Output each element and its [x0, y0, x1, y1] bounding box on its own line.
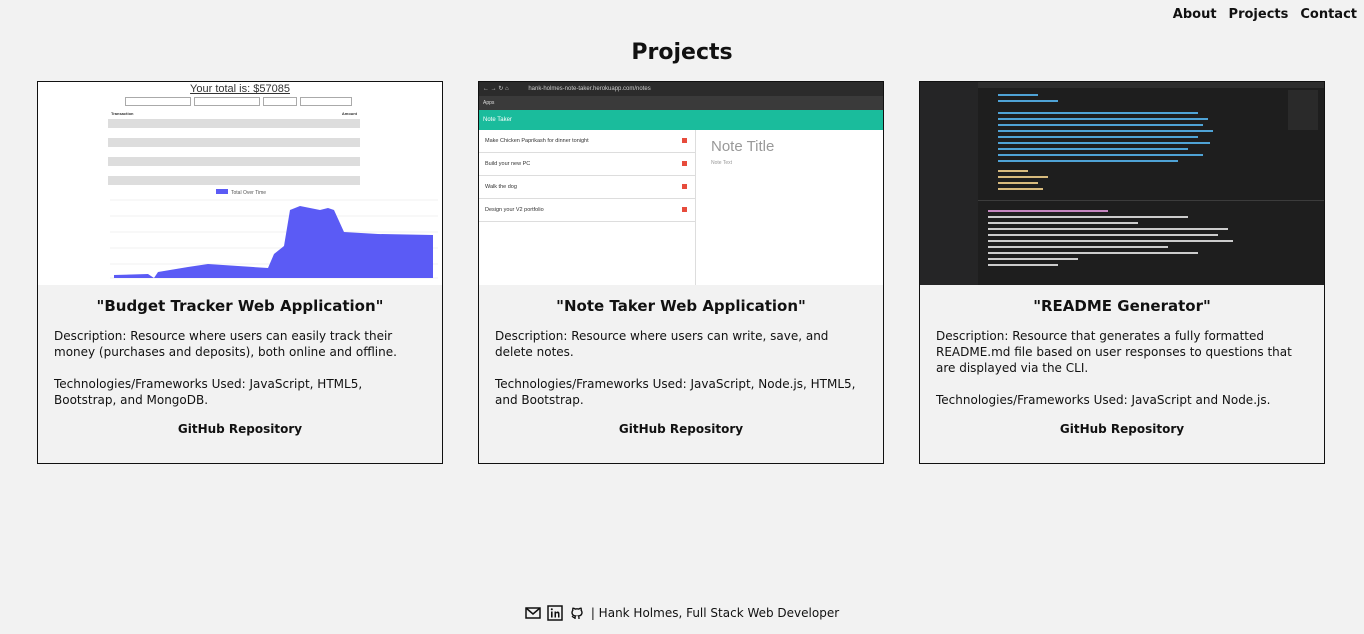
- project-card-readme-generator: "README Generator" Description: Resource…: [919, 81, 1325, 464]
- top-nav: About Projects Contact: [1173, 7, 1357, 22]
- table-row: [108, 147, 360, 157]
- project-technologies-text: Technologies/Frameworks Used: JavaScript…: [936, 393, 1271, 407]
- project-description: Description: Resource where users can wr…: [495, 328, 869, 424]
- project-description: Description: Resource where users can ea…: [54, 328, 428, 424]
- table-header-amount: Amount: [341, 111, 357, 116]
- table-header-transaction: Transaction: [111, 111, 134, 116]
- note-title-placeholder: Note Title: [711, 138, 775, 155]
- browser-nav-icons: ← → ↻ ⌂: [483, 86, 509, 92]
- browser-url: hank-holmes-note-taker.herokuapp.com/not…: [528, 86, 651, 92]
- project-description-text: Description: Resource that generates a f…: [936, 329, 1292, 375]
- budget-tracker-screenshot: Your total is: $57085 Transaction Amount: [38, 82, 442, 285]
- github-repository-link[interactable]: GitHub Repository: [38, 422, 442, 436]
- nav-about-link[interactable]: About: [1173, 7, 1217, 22]
- table-row: [108, 166, 360, 176]
- chart-legend-swatch: [216, 189, 228, 194]
- note-item-label: Design your V2 portfolio: [485, 207, 544, 213]
- table-header-row: Transaction Amount: [108, 109, 360, 119]
- footer: | Hank Holmes, Full Stack Web Developer: [0, 605, 1364, 621]
- nav-projects-link[interactable]: Projects: [1229, 7, 1289, 22]
- nav-contact-link[interactable]: Contact: [1300, 7, 1357, 22]
- project-card-budget-tracker: Your total is: $57085 Transaction Amount: [37, 81, 443, 464]
- project-description-text: Description: Resource where users can ea…: [54, 329, 397, 359]
- project-card-note-taker: ← → ↻ ⌂ hank-holmes-note-taker.herokuapp…: [478, 81, 884, 464]
- chart-legend-label: Total Over Time: [231, 190, 266, 196]
- linkedin-icon[interactable]: [547, 605, 563, 621]
- trash-icon: [682, 184, 687, 189]
- readme-generator-screenshot: [920, 82, 1324, 285]
- page-title: Projects: [631, 40, 733, 65]
- project-title: "Note Taker Web Application": [556, 297, 806, 315]
- note-item-label: Build your new PC: [485, 161, 531, 167]
- list-item: Design your V2 portfolio: [479, 199, 695, 222]
- project-technologies-text: Technologies/Frameworks Used: JavaScript…: [495, 377, 856, 407]
- table-row: [108, 128, 360, 138]
- editor-code-area: [978, 82, 1324, 266]
- note-text-placeholder: Note Text: [711, 160, 733, 166]
- table-row: [108, 118, 360, 128]
- editor-sidebar: [920, 82, 978, 285]
- github-repository-link[interactable]: GitHub Repository: [920, 422, 1324, 436]
- budget-total-text: Your total is: $57085: [190, 83, 290, 95]
- total-over-time-chart: Total Over Time: [110, 189, 438, 279]
- note-taker-screenshot: ← → ↻ ⌂ hank-holmes-note-taker.herokuapp…: [479, 82, 883, 285]
- github-icon[interactable]: [569, 605, 585, 621]
- trash-icon: [682, 207, 687, 212]
- browser-apps-bar: Apps: [479, 96, 883, 110]
- browser-chrome: ← → ↻ ⌂ hank-holmes-note-taker.herokuapp…: [479, 82, 883, 96]
- budget-form: [125, 97, 352, 106]
- github-repository-link[interactable]: GitHub Repository: [479, 422, 883, 436]
- table-row: [108, 156, 360, 166]
- list-item: Build your new PC: [479, 153, 695, 176]
- footer-credit-text: | Hank Holmes, Full Stack Web Developer: [590, 606, 840, 620]
- table-row: [108, 137, 360, 147]
- chart-area: [114, 206, 433, 278]
- notes-list: Make Chicken Paprikash for dinner tonigh…: [479, 130, 696, 285]
- project-description: Description: Resource that generates a f…: [936, 328, 1310, 424]
- list-item: Walk the dog: [479, 176, 695, 199]
- mail-icon[interactable]: [525, 605, 541, 621]
- note-taker-header: Note Taker: [479, 110, 883, 130]
- project-technologies-text: Technologies/Frameworks Used: JavaScript…: [54, 377, 363, 407]
- table-row: [108, 175, 360, 185]
- transaction-table: Transaction Amount: [108, 109, 360, 185]
- project-description-text: Description: Resource where users can wr…: [495, 329, 829, 359]
- note-item-label: Walk the dog: [485, 184, 517, 190]
- trash-icon: [682, 138, 687, 143]
- project-title: "README Generator": [1033, 297, 1211, 315]
- list-item: Make Chicken Paprikash for dinner tonigh…: [479, 130, 695, 153]
- trash-icon: [682, 161, 687, 166]
- project-title: "Budget Tracker Web Application": [96, 297, 384, 315]
- note-item-label: Make Chicken Paprikash for dinner tonigh…: [485, 138, 589, 144]
